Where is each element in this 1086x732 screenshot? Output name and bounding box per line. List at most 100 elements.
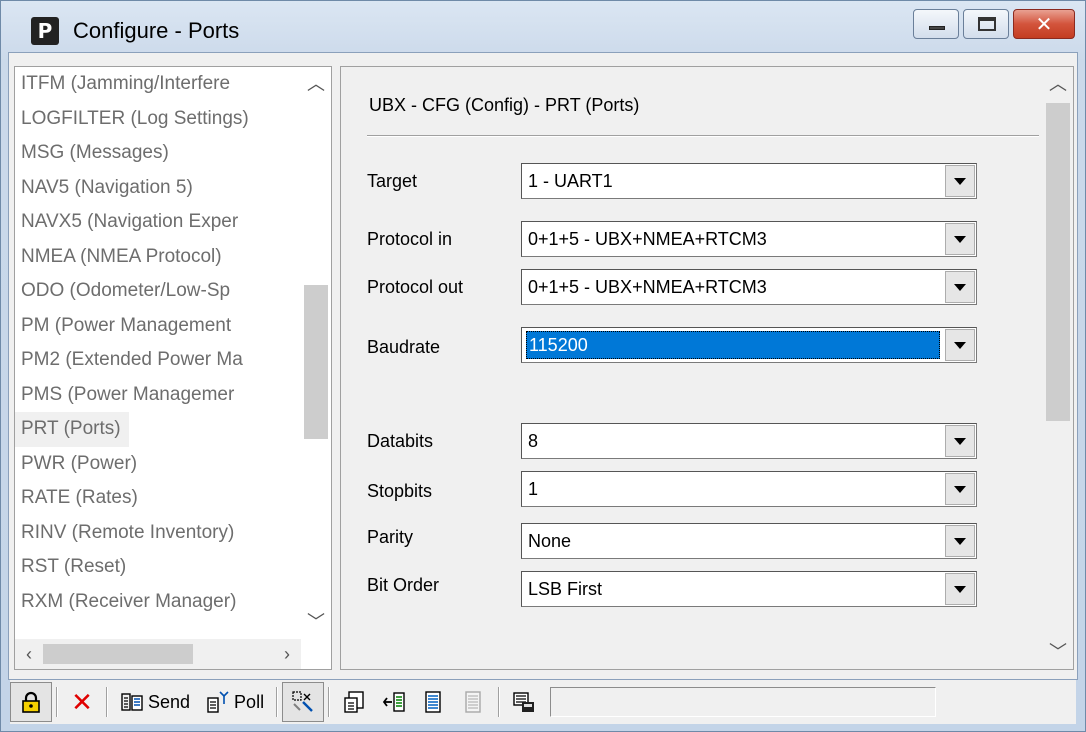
list-item[interactable]: RINV (Remote Inventory) <box>15 516 301 551</box>
close-icon: ✕ <box>1035 12 1053 36</box>
poll-button[interactable]: Poll <box>198 682 272 722</box>
list-item-selected[interactable]: PRT (Ports) <box>15 412 129 447</box>
baudrate-select[interactable]: 115200 <box>521 327 977 363</box>
toolbar-separator <box>328 687 331 717</box>
minimize-icon <box>929 26 945 30</box>
list-item[interactable]: ODO (Odometer/Low-Sp <box>15 274 301 309</box>
list-item[interactable]: LOGFILTER (Log Settings) <box>15 102 301 137</box>
revert-icon <box>425 691 441 713</box>
list-item[interactable]: PWR (Power) <box>15 447 301 482</box>
protocol-in-label: Protocol in <box>367 229 453 249</box>
list-item[interactable]: RXM (Receiver Manager) <box>15 585 301 620</box>
list-item[interactable]: MSG (Messages) <box>15 136 301 171</box>
target-select[interactable]: 1 - UART1 <box>521 163 977 199</box>
toolbar-separator <box>56 687 58 717</box>
list-item[interactable]: PMS (Power Managemer <box>15 378 301 413</box>
caption-buttons: ✕ <box>909 9 1075 39</box>
bit-order-select[interactable]: LSB First <box>521 571 977 607</box>
close-button[interactable]: ✕ <box>1013 9 1075 39</box>
target-value: 1 - UART1 <box>528 171 613 191</box>
chevron-down-icon[interactable] <box>945 329 975 361</box>
chevron-down-icon[interactable] <box>945 271 975 303</box>
list-vertical-scrollbar[interactable]: ︿ ﹀ <box>301 67 331 639</box>
protocol-in-value: 0+1+5 - UBX+NMEA+RTCM3 <box>528 229 767 249</box>
protocol-out-value: 0+1+5 - UBX+NMEA+RTCM3 <box>528 277 767 297</box>
message-list: ITFM (Jamming/Interfere LOGFILTER (Log S… <box>14 66 332 670</box>
chevron-down-icon[interactable] <box>945 525 975 557</box>
scroll-left-icon[interactable]: ‹ <box>15 639 43 669</box>
scroll-down-icon[interactable]: ﹀ <box>301 607 331 635</box>
scroll-up-icon[interactable]: ︿ <box>1043 69 1073 97</box>
load-button[interactable] <box>334 682 374 722</box>
send-icon <box>121 693 143 711</box>
protocol-out-label: Protocol out <box>367 277 464 297</box>
chevron-down-icon[interactable] <box>945 573 975 605</box>
print-icon <box>513 692 535 712</box>
store-button[interactable] <box>374 682 414 722</box>
parity-value: None <box>528 531 572 551</box>
chevron-down-icon[interactable] <box>945 165 975 197</box>
heading-divider <box>367 135 1039 137</box>
list-item[interactable]: NMEA (NMEA Protocol) <box>15 240 301 275</box>
toolbar-separator <box>106 687 108 717</box>
scroll-up-icon[interactable]: ︿ <box>301 69 331 97</box>
stopbits-value: 1 <box>528 479 539 499</box>
revert-disabled-button[interactable] <box>454 682 494 722</box>
poll-icon <box>207 691 229 713</box>
protocol-out-select[interactable]: 0+1+5 - UBX+NMEA+RTCM3 <box>521 269 977 305</box>
toolbar-separator <box>276 687 279 717</box>
databits-select[interactable]: 8 <box>521 423 977 459</box>
panel-scroll-thumb[interactable] <box>1046 103 1070 421</box>
panel-vertical-scrollbar[interactable]: ︿ ﹀ <box>1043 67 1073 669</box>
send-button[interactable]: Send <box>112 682 198 722</box>
scroll-right-icon[interactable]: › <box>273 639 301 669</box>
lock-icon <box>22 691 40 713</box>
parity-label: Parity <box>367 527 414 547</box>
list-item-row-selected: PRT (Ports) <box>15 412 301 447</box>
bit-order-value: LSB First <box>528 579 603 599</box>
list-scroll-thumb[interactable] <box>304 285 328 439</box>
bit-order-label: Bit Order <box>367 575 440 595</box>
parity-select[interactable]: None <box>521 523 977 559</box>
maximize-icon <box>978 17 996 31</box>
auto-poll-icon <box>292 691 313 712</box>
list-item[interactable]: NAV5 (Navigation 5) <box>15 171 301 206</box>
list-item[interactable]: PM2 (Extended Power Ma <box>15 343 301 378</box>
baudrate-label: Baudrate <box>367 337 441 357</box>
window-title: Configure - Ports <box>73 18 240 43</box>
config-panel: UBX - CFG (Config) - PRT (Ports) Target … <box>340 66 1074 670</box>
delete-x-icon: ✕ <box>71 686 93 717</box>
list-item[interactable]: NAVX5 (Navigation Exper <box>15 205 301 240</box>
minimize-button[interactable] <box>913 9 959 39</box>
stopbits-select[interactable]: 1 <box>521 471 977 507</box>
poll-label: Poll <box>234 691 265 712</box>
protocol-in-select[interactable]: 0+1+5 - UBX+NMEA+RTCM3 <box>521 221 977 257</box>
bottom-toolbar: ✕ Send Poll <box>10 680 1076 724</box>
maximize-button[interactable] <box>963 9 1009 39</box>
list-item[interactable]: RATE (Rates) <box>15 481 301 516</box>
list-item[interactable]: ITFM (Jamming/Interfere <box>15 67 301 102</box>
print-button[interactable] <box>504 682 544 722</box>
list-item[interactable]: PM (Power Management <box>15 309 301 344</box>
baudrate-value: 115200 <box>526 331 940 359</box>
chevron-down-icon[interactable] <box>945 223 975 255</box>
list-item[interactable]: RST (Reset) <box>15 550 301 585</box>
target-label: Target <box>367 171 418 191</box>
message-list-items: ITFM (Jamming/Interfere LOGFILTER (Log S… <box>15 67 301 639</box>
databits-value: 8 <box>528 431 539 451</box>
store-icon <box>382 692 405 712</box>
send-label: Send <box>148 691 191 712</box>
chevron-down-icon[interactable] <box>945 425 975 457</box>
lock-button[interactable] <box>10 682 52 722</box>
scroll-down-icon[interactable]: ﹀ <box>1043 637 1073 665</box>
list-hscroll-thumb[interactable] <box>43 644 193 664</box>
auto-poll-button[interactable] <box>282 682 325 722</box>
delete-button[interactable]: ✕ <box>62 682 102 722</box>
chevron-down-icon[interactable] <box>945 473 975 505</box>
status-field <box>550 687 937 717</box>
title-bar[interactable]: P Configure - Ports ✕ <box>9 9 1075 53</box>
list-horizontal-scrollbar[interactable]: ‹ › <box>15 639 301 669</box>
revert-button[interactable] <box>414 682 454 722</box>
document-disabled-icon <box>465 691 481 713</box>
panel-heading: UBX - CFG (Config) - PRT (Ports) <box>369 95 640 115</box>
